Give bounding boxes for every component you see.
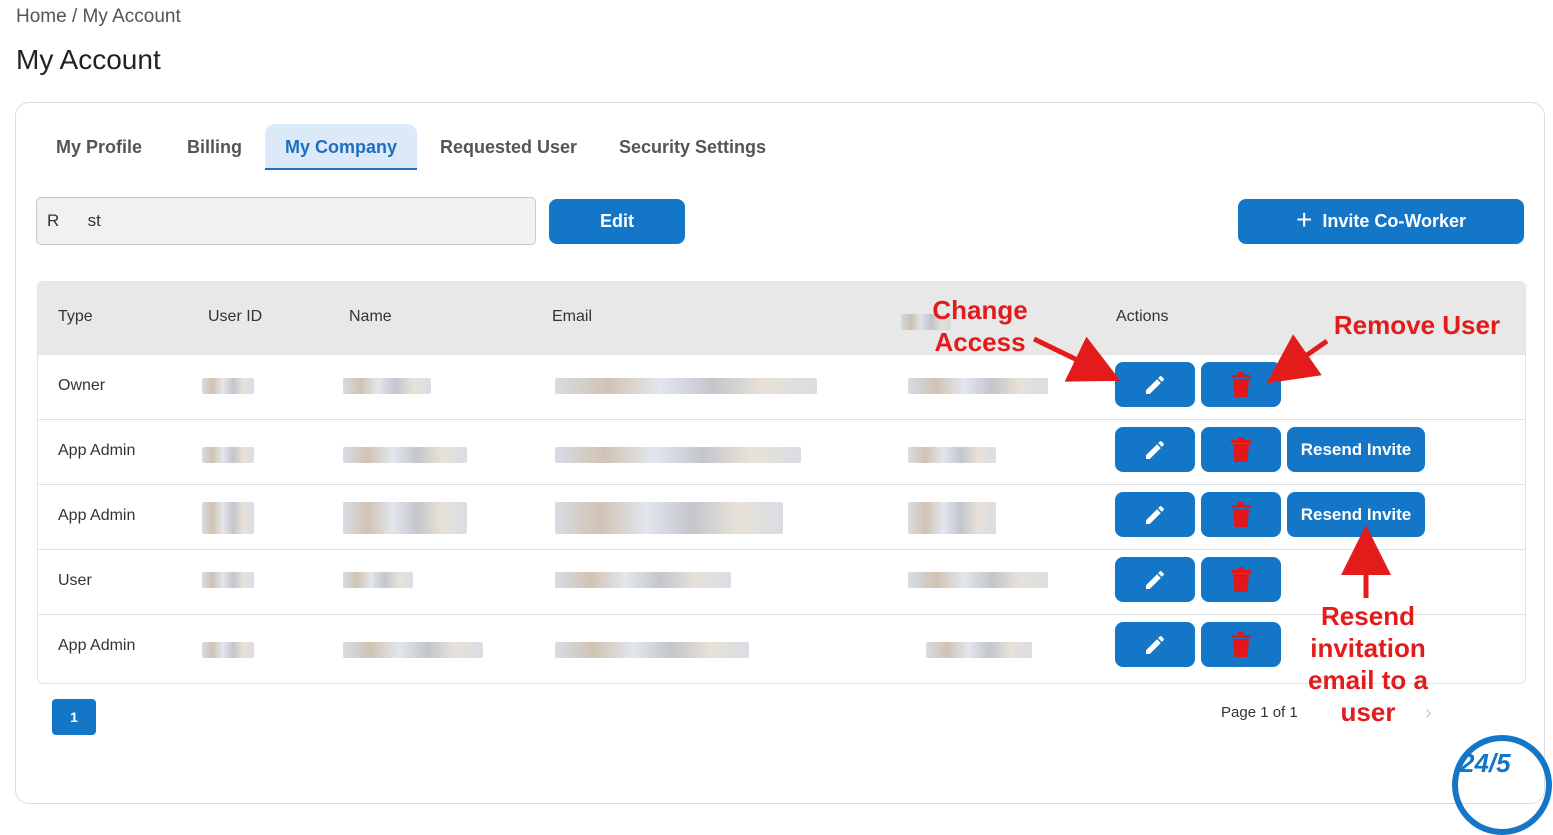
edit-access-button[interactable] <box>1115 492 1195 537</box>
trash-icon <box>1231 501 1251 527</box>
redacted-name <box>343 572 413 588</box>
breadcrumb-home[interactable]: Home <box>16 6 67 27</box>
edit-access-button[interactable] <box>1115 622 1195 667</box>
remove-user-button[interactable] <box>1201 622 1281 667</box>
trash-icon <box>1231 371 1251 397</box>
support-logo-text: 24/5 <box>1460 748 1511 778</box>
redacted-access <box>908 572 1048 588</box>
breadcrumb: Home / My Account <box>16 6 181 28</box>
redacted-access <box>926 642 1032 658</box>
redacted-user-id <box>202 502 254 534</box>
remove-user-button[interactable] <box>1201 362 1281 407</box>
remove-user-button[interactable] <box>1201 427 1281 472</box>
tab-security-settings[interactable]: Security Settings <box>599 124 786 170</box>
company-name-input[interactable] <box>36 197 536 245</box>
redacted-access <box>908 502 996 534</box>
edit-access-button[interactable] <box>1115 427 1195 472</box>
page-title: My Account <box>16 44 161 75</box>
redacted-user-id <box>202 572 254 588</box>
redacted-email <box>555 447 801 463</box>
header-email: Email <box>552 308 593 325</box>
redacted-email <box>555 642 749 658</box>
redacted-email <box>555 502 783 534</box>
header-actions: Actions <box>1116 308 1169 325</box>
tab-my-company[interactable]: My Company <box>265 124 418 170</box>
resend-invite-button[interactable]: Resend Invite <box>1287 492 1425 537</box>
invite-coworker-button[interactable]: + Invite Co-Worker <box>1238 199 1524 244</box>
breadcrumb-current: My Account <box>82 6 181 27</box>
row-type: App Admin <box>58 442 136 459</box>
trash-icon <box>1231 566 1251 592</box>
trash-icon <box>1231 631 1251 657</box>
redacted-name <box>343 642 483 658</box>
annotation-change-access: Change Access <box>932 295 1028 357</box>
redacted-name <box>343 502 467 534</box>
header-name: Name <box>349 308 392 325</box>
header-user-id: User ID <box>208 308 263 325</box>
edit-access-button[interactable] <box>1115 557 1195 602</box>
edit-company-label: Edit <box>600 211 634 231</box>
pencil-icon <box>1146 570 1165 589</box>
page-button-1[interactable]: 1 <box>52 699 96 735</box>
remove-user-button[interactable] <box>1201 492 1281 537</box>
pencil-icon <box>1146 375 1165 394</box>
trash-icon <box>1231 436 1251 462</box>
table-header: Type User ID Name Email Actions <box>38 282 1525 354</box>
resend-invite-button[interactable]: Resend Invite <box>1287 427 1425 472</box>
edit-company-button[interactable]: Edit <box>549 199 685 244</box>
row-type: Owner <box>58 377 106 394</box>
page-info: Page 1 of 1 <box>1221 704 1298 721</box>
plus-icon: + <box>1295 204 1313 235</box>
redacted-user-id <box>202 642 254 658</box>
row-type: App Admin <box>58 507 136 524</box>
tab-requested-user[interactable]: Requested User <box>420 124 597 170</box>
redacted-user-id <box>202 378 254 394</box>
redacted-access <box>908 378 1048 394</box>
redacted-access <box>908 447 996 463</box>
breadcrumb-separator: / <box>71 6 78 27</box>
redacted-email <box>555 572 731 588</box>
remove-user-button[interactable] <box>1201 557 1281 602</box>
annotation-remove-user: Remove User <box>1333 310 1501 340</box>
edit-access-button[interactable] <box>1115 362 1195 407</box>
pencil-icon <box>1146 505 1165 524</box>
header-type: Type <box>58 308 93 325</box>
redacted-user-id <box>202 447 254 463</box>
row-type: User <box>58 572 92 589</box>
pencil-icon <box>1146 635 1165 654</box>
annotation-resend-invitation: Resend invitation email to a user <box>1308 601 1428 727</box>
tab-billing[interactable]: Billing <box>167 124 262 170</box>
invite-coworker-label: Invite Co-Worker <box>1322 211 1467 231</box>
pencil-icon <box>1146 440 1165 459</box>
tab-my-profile[interactable]: My Profile <box>36 124 162 170</box>
redacted-email <box>555 378 817 394</box>
redacted-name <box>343 447 467 463</box>
table-row: Owner <box>38 354 1525 420</box>
redacted-name <box>343 378 431 394</box>
row-type: App Admin <box>58 637 136 654</box>
